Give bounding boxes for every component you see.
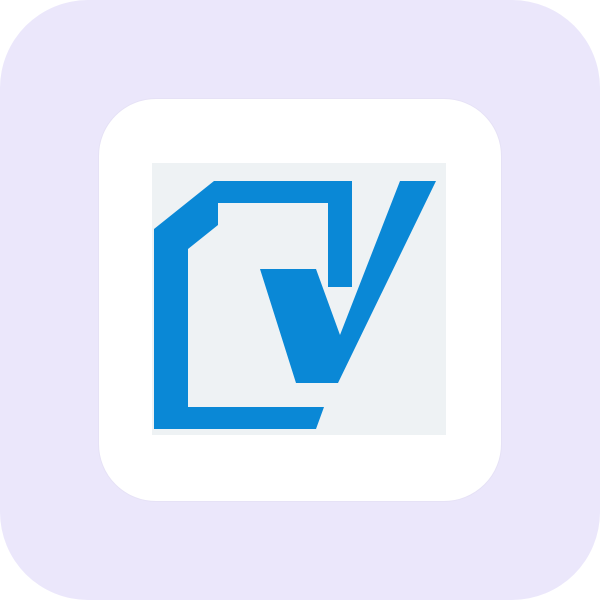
app-icon-tile[interactable] [0, 0, 600, 600]
document-check-icon [152, 163, 446, 435]
logo [152, 163, 446, 435]
document-right-edge [328, 203, 352, 287]
